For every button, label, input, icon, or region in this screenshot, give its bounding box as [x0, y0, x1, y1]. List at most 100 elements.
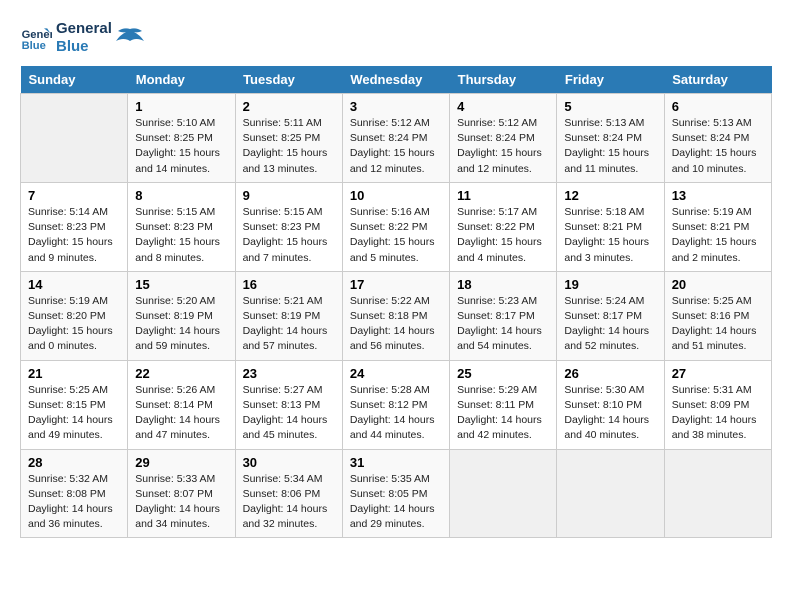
column-header-tuesday: Tuesday	[235, 66, 342, 94]
day-info: Sunrise: 5:31 AMSunset: 8:09 PMDaylight:…	[672, 383, 764, 444]
calendar-cell: 24Sunrise: 5:28 AMSunset: 8:12 PMDayligh…	[342, 360, 449, 449]
day-number: 16	[243, 277, 335, 292]
logo: General Blue General Blue	[20, 20, 144, 56]
calendar-cell: 25 Sunrise: 5:29 AMSunset: 8:11 PMDayligh…	[450, 360, 557, 449]
day-number: 25	[457, 366, 549, 381]
day-info: Sunrise: 5:13 AMSunset: 8:24 PMDaylight:…	[672, 116, 764, 177]
day-number: 10	[350, 188, 442, 203]
day-number: 21	[28, 366, 120, 381]
page-header: General Blue General Blue	[20, 20, 772, 56]
logo-icon: General Blue	[20, 22, 52, 54]
calendar-week-4: 21 Sunrise: 5:25 AMSunset: 8:15 PMDayligh…	[21, 360, 772, 449]
calendar-week-3: 14 Sunrise: 5:19 AMSunset: 8:20 PMDayligh…	[21, 271, 772, 360]
day-info: Sunrise: 5:14 AMSunset: 8:23 PMDaylight:…	[28, 205, 120, 266]
calendar-cell: 1 Sunrise: 5:10 AMSunset: 8:25 PMDaylight…	[128, 94, 235, 183]
day-info: Sunrise: 5:21 AMSunset: 8:19 PMDaylight:…	[243, 294, 335, 355]
day-number: 6	[672, 99, 764, 114]
day-info: Sunrise: 5:16 AMSunset: 8:22 PMDaylight:…	[350, 205, 442, 266]
day-info: Sunrise: 5:24 AMSunset: 8:17 PMDaylight:…	[564, 294, 656, 355]
day-info: Sunrise: 5:33 AMSunset: 8:07 PMDaylight:…	[135, 472, 227, 533]
calendar-cell: 14 Sunrise: 5:19 AMSunset: 8:20 PMDayligh…	[21, 271, 128, 360]
day-number: 11	[457, 188, 549, 203]
day-info: Sunrise: 5:26 AMSunset: 8:14 PMDaylight:…	[135, 383, 227, 444]
calendar-cell: 7 Sunrise: 5:14 AMSunset: 8:23 PMDaylight…	[21, 182, 128, 271]
calendar-cell	[664, 449, 771, 538]
day-number: 2	[243, 99, 335, 114]
day-number: 14	[28, 277, 120, 292]
day-number: 5	[564, 99, 656, 114]
calendar-cell: 30Sunrise: 5:34 AMSunset: 8:06 PMDayligh…	[235, 449, 342, 538]
day-number: 17	[350, 277, 442, 292]
day-number: 3	[350, 99, 442, 114]
column-header-wednesday: Wednesday	[342, 66, 449, 94]
calendar-cell: 12Sunrise: 5:18 AMSunset: 8:21 PMDayligh…	[557, 182, 664, 271]
calendar-cell: 19 Sunrise: 5:24 AMSunset: 8:17 PMDayligh…	[557, 271, 664, 360]
calendar-cell: 4Sunrise: 5:12 AMSunset: 8:24 PMDaylight…	[450, 94, 557, 183]
calendar-cell: 20 Sunrise: 5:25 AMSunset: 8:16 PMDayligh…	[664, 271, 771, 360]
calendar-cell: 9Sunrise: 5:15 AMSunset: 8:23 PMDaylight…	[235, 182, 342, 271]
day-number: 20	[672, 277, 764, 292]
calendar-week-1: 1 Sunrise: 5:10 AMSunset: 8:25 PMDaylight…	[21, 94, 772, 183]
day-number: 18	[457, 277, 549, 292]
calendar-cell: 5 Sunrise: 5:13 AMSunset: 8:24 PMDaylight…	[557, 94, 664, 183]
column-header-saturday: Saturday	[664, 66, 771, 94]
day-info: Sunrise: 5:25 AMSunset: 8:16 PMDaylight:…	[672, 294, 764, 355]
day-info: Sunrise: 5:27 AMSunset: 8:13 PMDaylight:…	[243, 383, 335, 444]
day-number: 4	[457, 99, 549, 114]
calendar-table: SundayMondayTuesdayWednesdayThursdayFrid…	[20, 66, 772, 538]
calendar-cell: 27 Sunrise: 5:31 AMSunset: 8:09 PMDayligh…	[664, 360, 771, 449]
calendar-cell: 11 Sunrise: 5:17 AMSunset: 8:22 PMDayligh…	[450, 182, 557, 271]
day-number: 22	[135, 366, 227, 381]
column-header-thursday: Thursday	[450, 66, 557, 94]
calendar-cell: 15 Sunrise: 5:20 AMSunset: 8:19 PMDayligh…	[128, 271, 235, 360]
day-number: 15	[135, 277, 227, 292]
calendar-week-5: 28Sunrise: 5:32 AMSunset: 8:08 PMDayligh…	[21, 449, 772, 538]
day-info: Sunrise: 5:17 AMSunset: 8:22 PMDaylight:…	[457, 205, 549, 266]
day-number: 9	[243, 188, 335, 203]
day-info: Sunrise: 5:29 AMSunset: 8:11 PMDaylight:…	[457, 383, 549, 444]
calendar-cell: 3 Sunrise: 5:12 AMSunset: 8:24 PMDaylight…	[342, 94, 449, 183]
day-number: 8	[135, 188, 227, 203]
day-info: Sunrise: 5:19 AMSunset: 8:20 PMDaylight:…	[28, 294, 120, 355]
svg-text:Blue: Blue	[22, 40, 46, 52]
day-number: 24	[350, 366, 442, 381]
calendar-cell: 18 Sunrise: 5:23 AMSunset: 8:17 PMDayligh…	[450, 271, 557, 360]
day-number: 28	[28, 455, 120, 470]
day-info: Sunrise: 5:34 AMSunset: 8:06 PMDaylight:…	[243, 472, 335, 533]
day-number: 27	[672, 366, 764, 381]
calendar-cell: 2 Sunrise: 5:11 AMSunset: 8:25 PMDaylight…	[235, 94, 342, 183]
day-info: Sunrise: 5:12 AMSunset: 8:24 PMDaylight:…	[350, 116, 442, 177]
calendar-cell: 31Sunrise: 5:35 AMSunset: 8:05 PMDayligh…	[342, 449, 449, 538]
day-number: 19	[564, 277, 656, 292]
day-number: 29	[135, 455, 227, 470]
calendar-cell: 13 Sunrise: 5:19 AMSunset: 8:21 PMDayligh…	[664, 182, 771, 271]
day-info: Sunrise: 5:15 AMSunset: 8:23 PMDaylight:…	[135, 205, 227, 266]
day-number: 23	[243, 366, 335, 381]
day-info: Sunrise: 5:19 AMSunset: 8:21 PMDaylight:…	[672, 205, 764, 266]
calendar-cell: 8 Sunrise: 5:15 AMSunset: 8:23 PMDaylight…	[128, 182, 235, 271]
day-number: 12	[564, 188, 656, 203]
calendar-cell	[557, 449, 664, 538]
calendar-cell: 26Sunrise: 5:30 AMSunset: 8:10 PMDayligh…	[557, 360, 664, 449]
day-info: Sunrise: 5:13 AMSunset: 8:24 PMDaylight:…	[564, 116, 656, 177]
logo-bird-icon	[116, 27, 144, 49]
day-number: 31	[350, 455, 442, 470]
logo-blue: Blue	[56, 38, 112, 56]
calendar-cell: 28Sunrise: 5:32 AMSunset: 8:08 PMDayligh…	[21, 449, 128, 538]
day-number: 1	[135, 99, 227, 114]
calendar-cell: 17Sunrise: 5:22 AMSunset: 8:18 PMDayligh…	[342, 271, 449, 360]
day-info: Sunrise: 5:11 AMSunset: 8:25 PMDaylight:…	[243, 116, 335, 177]
calendar-cell: 29 Sunrise: 5:33 AMSunset: 8:07 PMDayligh…	[128, 449, 235, 538]
calendar-cell: 10 Sunrise: 5:16 AMSunset: 8:22 PMDayligh…	[342, 182, 449, 271]
calendar-week-2: 7 Sunrise: 5:14 AMSunset: 8:23 PMDaylight…	[21, 182, 772, 271]
day-number: 7	[28, 188, 120, 203]
day-info: Sunrise: 5:25 AMSunset: 8:15 PMDaylight:…	[28, 383, 120, 444]
column-header-friday: Friday	[557, 66, 664, 94]
calendar-cell: 22 Sunrise: 5:26 AMSunset: 8:14 PMDayligh…	[128, 360, 235, 449]
day-info: Sunrise: 5:20 AMSunset: 8:19 PMDaylight:…	[135, 294, 227, 355]
logo-general: General	[56, 20, 112, 38]
day-info: Sunrise: 5:10 AMSunset: 8:25 PMDaylight:…	[135, 116, 227, 177]
calendar-cell	[21, 94, 128, 183]
day-number: 13	[672, 188, 764, 203]
day-info: Sunrise: 5:23 AMSunset: 8:17 PMDaylight:…	[457, 294, 549, 355]
